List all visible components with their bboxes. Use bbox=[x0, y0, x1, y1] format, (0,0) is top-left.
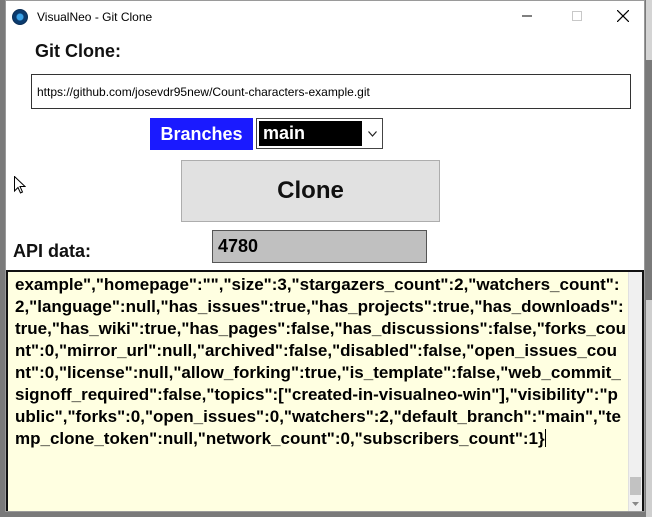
branch-select-arrow[interactable] bbox=[362, 119, 382, 148]
close-icon bbox=[617, 10, 629, 22]
text-caret bbox=[544, 429, 546, 447]
clone-button[interactable]: Clone bbox=[181, 160, 440, 222]
api-data-scrollbar[interactable] bbox=[628, 272, 642, 511]
maximize-icon bbox=[572, 11, 582, 21]
character-count-field: 4780 bbox=[212, 230, 427, 263]
close-button[interactable] bbox=[600, 1, 644, 31]
background-window-edge-bottom bbox=[646, 300, 652, 517]
api-data-label: API data: bbox=[13, 241, 92, 261]
mouse-pointer-icon bbox=[14, 176, 26, 194]
maximize-button[interactable] bbox=[554, 1, 600, 31]
api-data-textarea[interactable]: example","homepage":"","size":3,"stargaz… bbox=[6, 270, 644, 511]
chevron-down-icon bbox=[632, 501, 639, 506]
background-window-edge-top bbox=[646, 0, 652, 60]
minimize-icon bbox=[522, 15, 532, 17]
git-clone-window: VisualNeo - Git Clone Git Clone: Branche… bbox=[5, 0, 645, 512]
repo-url-input[interactable] bbox=[31, 74, 631, 109]
scroll-down-button[interactable] bbox=[629, 497, 642, 510]
api-data-text: example","homepage":"","size":3,"stargaz… bbox=[15, 275, 627, 448]
scrollbar-thumb[interactable] bbox=[630, 477, 641, 495]
git-clone-heading: Git Clone: bbox=[35, 41, 121, 61]
chevron-down-icon bbox=[367, 130, 377, 137]
window-title: VisualNeo - Git Clone bbox=[37, 9, 153, 24]
title-bar[interactable]: VisualNeo - Git Clone bbox=[6, 1, 644, 32]
branches-label: Branches bbox=[150, 118, 253, 150]
branch-select-value: main bbox=[259, 121, 362, 146]
visualneo-logo-icon bbox=[12, 8, 28, 25]
minimize-button[interactable] bbox=[504, 1, 550, 31]
api-data-content: example","homepage":"","size":3,"stargaz… bbox=[15, 274, 627, 450]
branch-select[interactable]: main bbox=[256, 118, 383, 149]
